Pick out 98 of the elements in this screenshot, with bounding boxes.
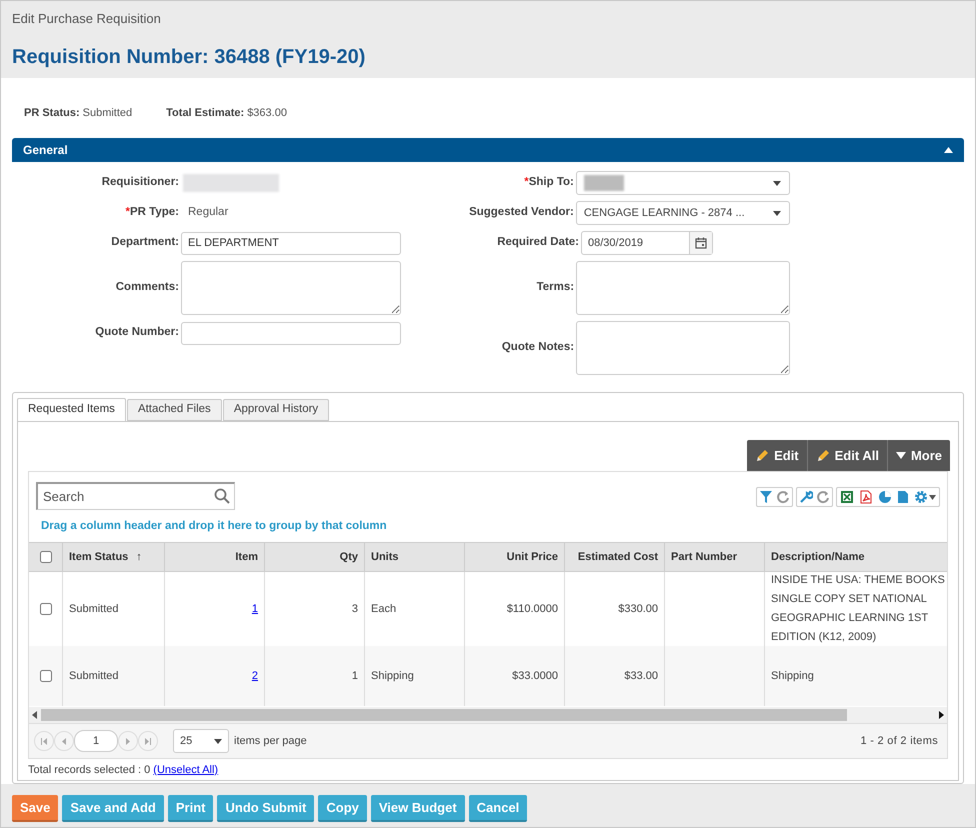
section-title: General	[23, 142, 68, 159]
section-header[interactable]: General	[12, 138, 964, 162]
next-page-icon	[124, 738, 132, 744]
column-header[interactable]: Units	[371, 548, 398, 566]
field-label: Quote Number:	[95, 325, 179, 340]
pencil-icon	[755, 448, 770, 462]
refresh-icon[interactable]	[776, 490, 790, 504]
next-page-button[interactable]	[118, 731, 138, 751]
table-cell-text: Each	[371, 602, 396, 616]
item-link[interactable]: 1	[252, 600, 258, 618]
input-field[interactable]	[181, 322, 401, 344]
horizontal-scrollbar[interactable]	[29, 707, 947, 723]
field-label: Department:	[111, 235, 179, 250]
toolbar-button[interactable]: Edit All	[806, 440, 887, 471]
first-page-icon	[40, 738, 48, 744]
table-cell-text: 1	[352, 668, 358, 684]
last-page-icon	[144, 738, 152, 744]
tab[interactable]: Approval History	[222, 399, 330, 421]
pencil-icon	[816, 448, 830, 462]
page-number-field[interactable]: 1	[74, 730, 118, 752]
caret-icon	[896, 452, 906, 459]
scroll-right-icon[interactable]	[939, 711, 944, 719]
tab[interactable]: Attached Files	[126, 399, 222, 421]
redacted-value	[584, 175, 624, 191]
filter-icon[interactable]	[759, 490, 773, 504]
search-field[interactable]: Search	[36, 482, 235, 510]
toolbar-button[interactable]: More	[886, 440, 950, 471]
table-cell-text: Shipping	[771, 668, 815, 684]
field-label: Required Date:	[497, 235, 579, 250]
sort-indicator: ↑	[136, 550, 142, 565]
window-title: Edit Purchase Requisition	[12, 10, 161, 27]
pdf-icon[interactable]	[859, 490, 873, 504]
field-label: Requisitioner:	[102, 175, 179, 190]
field-label: Ship To:	[528, 175, 574, 190]
search-icon[interactable]	[214, 488, 230, 504]
field-label: Comments:	[116, 280, 179, 296]
table-cell-text: Shipping	[371, 668, 414, 684]
wrench-icon[interactable]	[799, 490, 813, 504]
dropdown[interactable]	[576, 171, 790, 195]
field-label: PR Type:	[130, 205, 179, 220]
summary-value: Submitted	[82, 106, 132, 121]
pie-chart-icon[interactable]	[878, 490, 892, 504]
pager-info: 1 - 2 of 2 items	[860, 734, 938, 749]
caret-icon	[773, 180, 781, 186]
column-header[interactable]: Part Number	[671, 548, 738, 566]
required-mark: *	[524, 175, 529, 190]
first-page-button[interactable]	[34, 731, 54, 751]
previous-page-button[interactable]	[54, 731, 74, 751]
table-cell-text: INSIDE THE USA: THEME BOOKS SINGLE COPY SET NATIONAL GEOGRAPHIC LEARNING 1ST EDITION (K12, 2009)	[771, 573, 946, 645]
column-header[interactable]: Description/Name	[771, 548, 865, 566]
spreadsheet-icon[interactable]	[840, 490, 854, 504]
required-mark: *	[126, 205, 130, 220]
field-label: Terms:	[536, 280, 574, 296]
field-label: Suggested Vendor:	[469, 205, 574, 220]
column-header[interactable]: Qty	[340, 548, 358, 566]
table-cell-text: Submitted	[69, 668, 119, 684]
select-all-checkbox[interactable]	[40, 551, 52, 563]
caret-icon	[773, 210, 781, 216]
date-field[interactable]: 08/30/2019	[581, 231, 713, 255]
table-cell-text: $110.0000	[506, 602, 558, 616]
toolbar-button[interactable]: Edit	[747, 440, 807, 471]
caret-icon	[214, 738, 222, 744]
scroll-left-icon[interactable]	[32, 711, 37, 719]
page-heading: Requisition Number: 36488 (FY19-20)	[12, 45, 366, 69]
page-size-label: items per page	[234, 734, 307, 749]
tab[interactable]: Requested Items	[17, 398, 126, 422]
row-checkbox[interactable]	[40, 603, 52, 615]
field-label: Quote Notes:	[502, 340, 574, 356]
group-hint: Drag a column header and drop it here to group by that column	[40, 519, 388, 534]
summary-value: $363.00	[247, 106, 287, 121]
table-cell-text: $330.00	[618, 602, 658, 616]
unselect-all-link[interactable]: (Unselect All)	[153, 762, 218, 778]
settings-dropdown[interactable]	[914, 490, 936, 504]
calendar-icon[interactable]	[695, 237, 707, 249]
item-link[interactable]: 2	[252, 666, 258, 686]
table-cell-text: 3	[352, 602, 358, 616]
document-icon[interactable]	[897, 490, 909, 504]
settings-icon	[914, 490, 928, 504]
column-header[interactable]: Item Status	[69, 548, 128, 566]
input-field[interactable]: EL DEPARTMENT	[181, 232, 401, 254]
selection-count: Total records selected : 0	[28, 762, 150, 778]
column-header[interactable]: Unit Price	[506, 548, 558, 566]
collapse-icon[interactable]	[944, 147, 953, 153]
row-checkbox[interactable]	[40, 670, 52, 682]
table-cell-text: Submitted	[69, 602, 119, 616]
previous-page-icon	[60, 738, 68, 744]
refresh-icon[interactable]	[816, 490, 830, 504]
field-value: Regular	[188, 205, 228, 220]
page-size-dropdown[interactable]: 25	[173, 729, 229, 753]
summary-label: PR Status:	[24, 106, 80, 121]
last-page-button[interactable]	[138, 731, 158, 751]
summary-label: Total Estimate:	[166, 106, 244, 121]
table-cell-text: $33.0000	[512, 668, 558, 684]
column-header[interactable]: Estimated Cost	[578, 548, 658, 566]
dropdown[interactable]: CENGAGE LEARNING - 2874 ...	[576, 201, 790, 225]
caret-icon	[929, 494, 936, 500]
table-cell-text: $33.00	[624, 668, 658, 684]
column-header[interactable]: Item	[235, 548, 258, 566]
